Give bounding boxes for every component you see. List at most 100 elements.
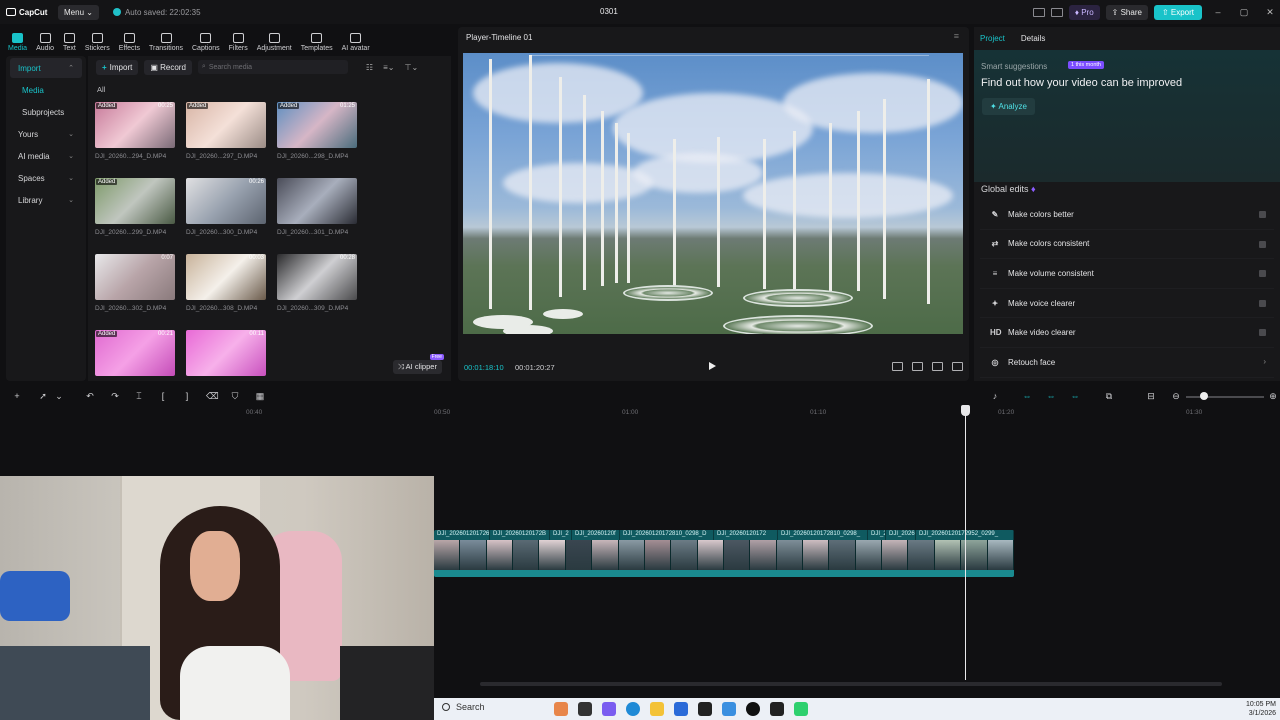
sidebar-item-yours[interactable]: Yours ⌄ (10, 124, 82, 144)
tab-details[interactable]: Details (1021, 34, 1045, 43)
sidebar-item-ai-media[interactable]: AI media ⌄ (10, 146, 82, 166)
trim-left-icon[interactable]: [ (158, 391, 168, 401)
global-edit-make-colors-better[interactable]: ✎ Make colors better (980, 200, 1274, 230)
tab-project[interactable]: Project (980, 34, 1005, 43)
split-icon[interactable]: ⌶ (134, 391, 144, 401)
media-item[interactable]: 00:03 DJI_20260...308_D.MP4 (186, 254, 266, 312)
media-thumbnail[interactable]: 00:26 (186, 178, 266, 224)
tab-templates[interactable]: Templates (301, 33, 333, 52)
media-item[interactable]: 00:11 (186, 330, 266, 381)
timeline-scrollbar[interactable] (480, 682, 1222, 686)
media-item[interactable]: 00:26 DJI_20260...300_D.MP4 (186, 178, 266, 236)
zoom-out-icon[interactable]: ⊖ (1171, 391, 1181, 401)
copilot-icon[interactable] (602, 702, 616, 716)
toggle-checkbox[interactable] (1259, 270, 1266, 278)
media-thumbnail[interactable]: Added 01:25 (277, 102, 357, 148)
global-edit-make-colors-consistent[interactable]: ⇄ Make colors consistent (980, 230, 1274, 260)
media-item[interactable]: Added 01:25 DJI_20260...298_D.MP4 (277, 102, 357, 160)
media-app-icon[interactable] (746, 702, 760, 716)
minimize-icon[interactable]: – (1208, 7, 1228, 17)
media-item[interactable]: DJI_20260...301_D.MP4 (277, 178, 357, 236)
media-item[interactable]: Added 00:25 DJI_20260...294_D.MP4 (95, 102, 175, 160)
sidebar-item-subprojects[interactable]: Subprojects (10, 102, 82, 122)
crop-icon[interactable] (912, 362, 923, 371)
media-item[interactable]: Added DJI_20260...299_D.MP4 (95, 178, 175, 236)
sidebar-item-import[interactable]: Import ⌃ (10, 58, 82, 78)
global-edit-retouch-face[interactable]: ◎ Retouch face › (980, 348, 1274, 378)
zoom-in-icon[interactable]: ⊕ (1268, 391, 1278, 401)
video-preview[interactable] (463, 53, 963, 334)
mic-icon[interactable]: ♪ (990, 391, 1000, 401)
edge-icon[interactable] (626, 702, 640, 716)
media-thumbnail[interactable]: 00:28 (277, 254, 357, 300)
zoom-slider-handle[interactable] (1200, 392, 1208, 400)
select-tool-icon[interactable]: ➚ (38, 391, 48, 401)
trim-right-icon[interactable]: ] (182, 391, 192, 401)
sidebar-item-spaces[interactable]: Spaces ⌄ (10, 168, 82, 188)
record-button[interactable]: ▣ Record (144, 59, 192, 75)
sidebar-item-media[interactable]: Media (10, 80, 82, 100)
sort-icon[interactable]: ≡⌄ (383, 63, 394, 72)
zoom-slider[interactable] (1186, 396, 1264, 398)
toggle-checkbox[interactable] (1259, 329, 1266, 337)
app-green-icon[interactable] (794, 702, 808, 716)
global-edit-make-video-clearer[interactable]: HD Make video clearer (980, 318, 1274, 348)
tab-text[interactable]: Text (63, 33, 76, 52)
undo-icon[interactable]: ↶ (85, 391, 95, 401)
tab-adjustment[interactable]: Adjustment (257, 33, 292, 52)
analyze-button[interactable]: ✦ Analyze (982, 98, 1035, 115)
sidebar-item-library[interactable]: Library ⌄ (10, 190, 82, 210)
menu-button[interactable]: Menu ⌄ (58, 4, 99, 20)
alienware-icon[interactable] (698, 702, 712, 716)
media-thumbnail[interactable]: Added 00:25 (95, 102, 175, 148)
widgets-icon[interactable] (554, 702, 568, 716)
media-thumbnail[interactable]: Added (186, 102, 266, 148)
chevron-right-icon[interactable]: › (1263, 357, 1266, 366)
ai-tools-icon[interactable]: ▦ (255, 391, 265, 401)
scene-icon[interactable]: ⧉ (1104, 391, 1114, 401)
toggle-checkbox[interactable] (1259, 299, 1266, 307)
global-edit-make-volume-consistent[interactable]: ≡ Make volume consistent (980, 259, 1274, 289)
app-icon[interactable] (722, 702, 736, 716)
share-button[interactable]: ⇪ Share (1105, 4, 1148, 20)
layout-icon[interactable] (1032, 7, 1045, 17)
media-thumbnail[interactable]: 00:11 (186, 330, 266, 376)
preview-axis-icon[interactable]: ⇔ (1070, 391, 1080, 401)
import-button[interactable]: + Import (96, 59, 139, 75)
media-thumbnail[interactable] (277, 178, 357, 224)
media-item[interactable]: Added DJI_20260...297_D.MP4 (186, 102, 266, 160)
playhead-handle[interactable] (961, 405, 970, 416)
ai-clipper-button[interactable]: ⤨ AI clipper Free (393, 354, 444, 374)
redo-icon[interactable]: ↷ (110, 391, 120, 401)
tab-media[interactable]: Media (8, 33, 27, 52)
fullscreen-icon[interactable] (952, 362, 963, 371)
ratio-icon[interactable] (892, 362, 903, 371)
close-icon[interactable]: ✕ (1260, 7, 1280, 18)
pro-button[interactable]: ♦ Pro (1068, 4, 1100, 20)
tab-audio[interactable]: Audio (36, 33, 54, 52)
capcut-taskbar-icon[interactable] (770, 702, 784, 716)
store-icon[interactable] (674, 702, 688, 716)
tab-stickers[interactable]: Stickers (85, 33, 110, 52)
snap-icon[interactable]: ⇔ (1046, 391, 1056, 401)
play-icon[interactable] (709, 362, 716, 370)
shortcuts-icon[interactable] (1050, 7, 1063, 17)
file-explorer-icon[interactable] (650, 702, 664, 716)
tab-ai-avatar[interactable]: AI avatar (342, 33, 370, 52)
media-item[interactable]: Added 00:21 (95, 330, 175, 381)
link-icon[interactable]: ⇔ (1022, 391, 1032, 401)
media-thumbnail[interactable]: Added (95, 178, 175, 224)
filter-icon[interactable]: ⊤⌄ (404, 63, 418, 72)
maximize-icon[interactable]: ▢ (1234, 7, 1254, 18)
tab-captions[interactable]: Captions (192, 33, 220, 52)
add-track-icon[interactable]: + (12, 391, 22, 401)
toggle-checkbox[interactable] (1259, 240, 1266, 248)
player-menu-icon[interactable]: ≡ (954, 31, 959, 41)
quality-icon[interactable] (932, 362, 943, 371)
shield-icon[interactable]: ⛉ (230, 391, 240, 401)
media-item[interactable]: 0:07 DJI_20260...302_D.MP4 (95, 254, 175, 312)
export-button[interactable]: ⇧ Export (1153, 4, 1202, 20)
video-track-clips[interactable]: DJI_20260120172614_0294DJI_20260120172BD… (434, 530, 1014, 577)
grid-view-icon[interactable]: ☷ (366, 63, 373, 72)
toggle-checkbox[interactable] (1259, 211, 1266, 218)
